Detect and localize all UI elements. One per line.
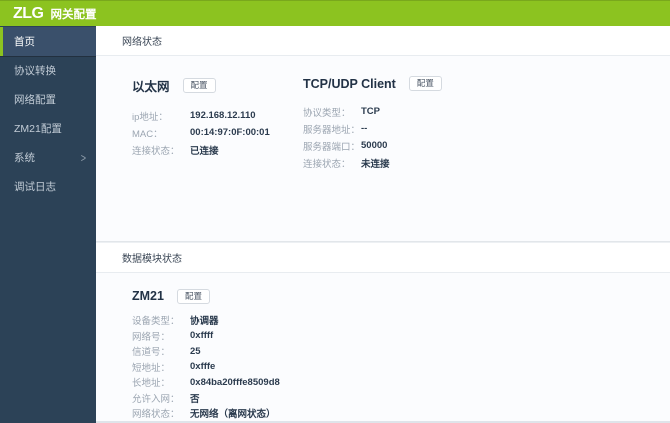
protocol-type-value: TCP bbox=[361, 106, 380, 117]
kv-label: 协议类型： bbox=[303, 107, 351, 119]
ethernet-section: 以太网 配置 ip地址： 192.168.12.110 MAC： 00:14:9… bbox=[132, 76, 303, 241]
kv-row-short-address: 短地址： 0xfffe bbox=[132, 359, 280, 375]
kv-label: 服务器地址： bbox=[303, 124, 361, 136]
kv-row-link-status: 连接状态： 已连接 bbox=[132, 141, 303, 158]
kv-row-mac: MAC： 00:14:97:0F:00:01 bbox=[132, 124, 303, 141]
kv-label: 短地址： bbox=[132, 362, 171, 374]
panel-title-network-status: 网络状态 bbox=[96, 26, 670, 56]
sidebar-item-label: ZM21配置 bbox=[14, 123, 62, 135]
kv-row-network-state: 网络状态： 无网络（离网状态） bbox=[132, 406, 280, 422]
kv-row-permit-join: 允许入网： 否 bbox=[132, 390, 280, 406]
kv-row-ip: ip地址： 192.168.12.110 bbox=[132, 107, 303, 124]
sidebar-item-debug-log[interactable]: 调试日志 bbox=[0, 172, 96, 201]
device-type-value: 协调器 bbox=[190, 316, 219, 328]
kv-row-network-id: 网络号： 0xffff bbox=[132, 328, 280, 344]
network-status-panel: 网络状态 以太网 配置 ip地址： 192.168.12.110 MAC： 00… bbox=[96, 26, 670, 241]
chevron-right-icon: > bbox=[80, 151, 86, 164]
zm21-config-button[interactable]: 配置 bbox=[176, 288, 210, 304]
ethernet-config-button[interactable]: 配置 bbox=[182, 78, 216, 93]
kv-row-protocol-type: 协议类型： TCP bbox=[303, 103, 442, 120]
sidebar-item-label: 协议转换 bbox=[14, 65, 56, 77]
section-title-tcp-udp-client: TCP/UDP Client bbox=[303, 76, 396, 91]
section-title-zm21: ZM21 bbox=[132, 289, 164, 303]
channel-value: 25 bbox=[190, 345, 201, 357]
short-address-value: 0xfffe bbox=[190, 361, 216, 373]
data-module-body: ZM21 配置 设备类型： 协调器 网络号： 0xffff 信道号： 25 短地… bbox=[96, 273, 670, 422]
permit-join-value: 否 bbox=[190, 393, 200, 405]
sidebar-nav: 首页 协议转换 网络配置 ZM21配置 系统 > 调试日志 bbox=[0, 26, 96, 423]
ip-address-value: 192.168.12.110 bbox=[190, 110, 256, 121]
sidebar-item-protocol-conversion[interactable]: 协议转换 bbox=[0, 56, 96, 85]
mac-address-value: 00:14:97:0F:00:01 bbox=[190, 127, 270, 138]
tcp-udp-client-section: TCP/UDP Client 配置 协议类型： TCP 服务器地址： -- 服务… bbox=[303, 76, 442, 241]
sidebar-item-zm21-config[interactable]: ZM21配置 bbox=[0, 114, 96, 143]
kv-row-connect-status: 连接状态： 未连接 bbox=[303, 154, 442, 171]
top-header: ZLG 网关配置 bbox=[0, 0, 670, 26]
sidebar-item-system[interactable]: 系统 > bbox=[0, 143, 96, 172]
kv-label: 服务器端口： bbox=[303, 141, 361, 153]
kv-label: MAC： bbox=[132, 128, 163, 140]
main-content: 网络状态 以太网 配置 ip地址： 192.168.12.110 MAC： 00… bbox=[96, 26, 670, 423]
sidebar-item-network-config[interactable]: 网络配置 bbox=[0, 85, 96, 114]
sidebar-item-home[interactable]: 首页 bbox=[0, 27, 96, 56]
server-port-value: 50000 bbox=[361, 140, 388, 151]
gateway-config-app: ZLG 网关配置 首页 协议转换 网络配置 ZM21配置 系统 > 调试日志 网… bbox=[0, 0, 670, 423]
kv-label: 连接状态： bbox=[303, 158, 351, 170]
kv-label: 网络号： bbox=[132, 331, 171, 343]
app-title: 网关配置 bbox=[50, 9, 97, 21]
sidebar-item-label: 首页 bbox=[14, 36, 35, 48]
kv-label: 网络状态： bbox=[132, 409, 180, 421]
sidebar-item-label: 网络配置 bbox=[14, 94, 56, 106]
long-address-value: 0x84ba20fffe8509d8 bbox=[190, 376, 280, 388]
panel-title-data-module-status: 数据模块状态 bbox=[96, 242, 670, 273]
link-status-value: 已连接 bbox=[190, 145, 219, 157]
kv-label: 长地址： bbox=[132, 378, 171, 390]
data-module-status-panel: 数据模块状态 ZM21 配置 设备类型： 协调器 网络号： 0xffff 信道号… bbox=[96, 242, 670, 423]
section-title-ethernet: 以太网 bbox=[132, 80, 170, 94]
kv-row-device-type: 设备类型： 协调器 bbox=[132, 313, 280, 329]
kv-label: 设备类型： bbox=[132, 316, 180, 328]
network-id-value: 0xffff bbox=[190, 330, 214, 342]
zm21-section: ZM21 配置 设备类型： 协调器 网络号： 0xffff 信道号： 25 短地… bbox=[132, 288, 280, 422]
zlg-logo: ZLG bbox=[13, 4, 44, 22]
kv-row-long-address: 长地址： 0x84ba20fffe8509d8 bbox=[132, 375, 280, 391]
kv-row-server-port: 服务器端口： 50000 bbox=[303, 137, 442, 154]
kv-row-channel: 信道号： 25 bbox=[132, 344, 280, 360]
server-address-value: -- bbox=[361, 123, 368, 134]
connect-status-value: 未连接 bbox=[361, 158, 390, 170]
sidebar-item-label: 调试日志 bbox=[14, 181, 56, 193]
kv-label: ip地址： bbox=[132, 111, 168, 123]
kv-label: 允许入网： bbox=[132, 393, 180, 405]
network-status-body: 以太网 配置 ip地址： 192.168.12.110 MAC： 00:14:9… bbox=[96, 56, 670, 241]
kv-row-server-address: 服务器地址： -- bbox=[303, 120, 442, 137]
kv-label: 信道号： bbox=[132, 347, 171, 359]
network-state-value: 无网络（离网状态） bbox=[190, 409, 276, 421]
sidebar-item-label: 系统 bbox=[14, 152, 35, 164]
tcp-udp-config-button[interactable]: 配置 bbox=[408, 76, 442, 91]
kv-label: 连接状态： bbox=[132, 145, 180, 157]
